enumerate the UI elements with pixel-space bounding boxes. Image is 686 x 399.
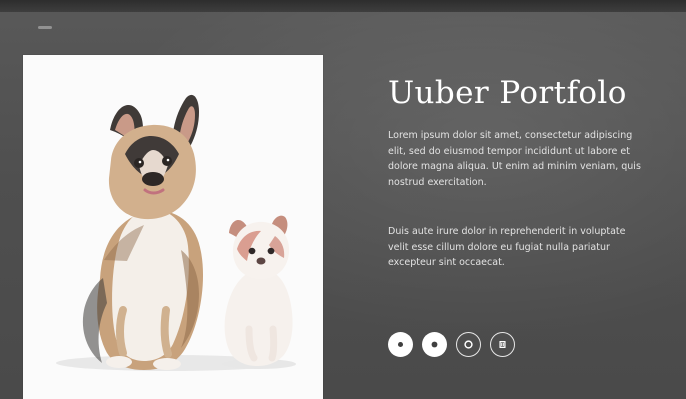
social-link-1[interactable]	[388, 332, 413, 357]
social-link-2[interactable]	[422, 332, 447, 357]
circle-dot-icon	[397, 341, 404, 348]
intro-paragraph: Lorem ipsum dolor sit amet, consectetur …	[388, 130, 641, 188]
circle-dot-icon	[431, 341, 438, 348]
corner-mark	[38, 26, 52, 29]
top-strip	[0, 0, 686, 12]
social-link-icon	[499, 341, 506, 348]
dogs-illustration	[23, 55, 323, 399]
page-title: Uuber Portfolo	[388, 75, 627, 111]
social-link-3[interactable]	[456, 332, 481, 357]
portfolio-screen: Uuber Portfolo Lorem ipsum dolor sit ame…	[0, 0, 686, 399]
social-link-4[interactable]	[490, 332, 515, 357]
secondary-paragraph: Duis aute irure dolor in reprehenderit i…	[388, 226, 626, 268]
content-panel: Uuber Portfolo Lorem ipsum dolor sit ame…	[388, 72, 648, 271]
social-links	[388, 332, 515, 357]
dogs-photo	[23, 55, 323, 399]
circle-outline-icon	[464, 340, 473, 349]
